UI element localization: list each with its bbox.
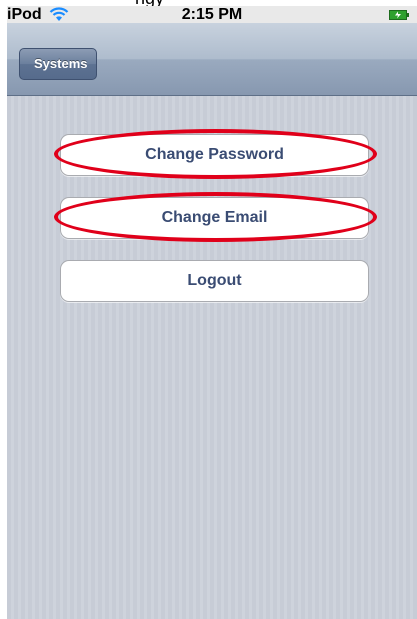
change-password-button[interactable]: Change Password: [60, 134, 369, 176]
status-bar: iPod 2:15 PM: [7, 6, 417, 23]
back-button-systems[interactable]: Systems: [19, 48, 98, 80]
navigation-bar: Systems: [7, 23, 417, 96]
phone-screen: ngy iPod 2:15 PM Systems Change Password…: [7, 0, 417, 619]
battery-charging-icon: [389, 10, 409, 20]
settings-content: Change Password Change Email Logout: [7, 96, 417, 619]
status-time: 2:15 PM: [181, 6, 243, 23]
logout-button[interactable]: Logout: [60, 260, 369, 302]
back-button-label: Systems: [34, 56, 88, 71]
change-email-button[interactable]: Change Email: [60, 197, 369, 239]
